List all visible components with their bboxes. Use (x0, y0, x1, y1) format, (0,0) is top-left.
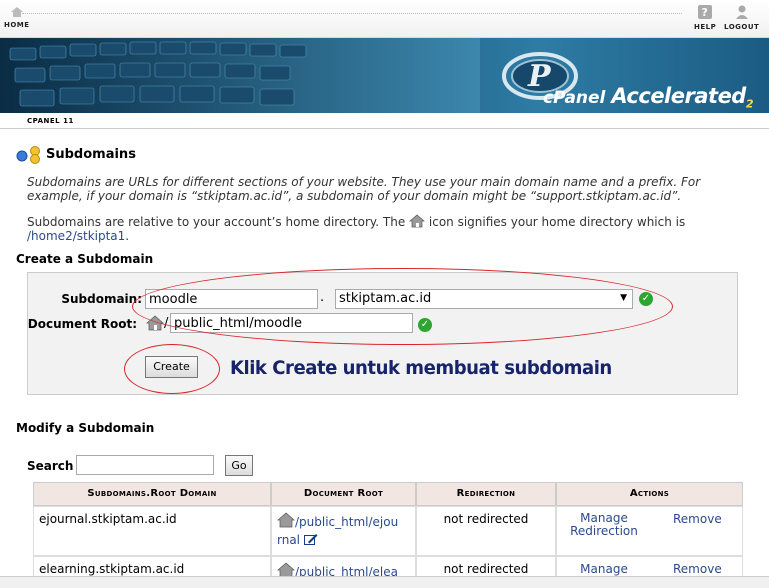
column-header-domain[interactable]: Subdomains.Root Domain (33, 482, 271, 506)
modify-subdomain-heading: Modify a Subdomain (16, 421, 155, 435)
remove-link[interactable]: Remove (673, 562, 722, 576)
manage-redirection-link[interactable]: Manage Redirection (569, 512, 639, 538)
cpanel-wordmark-accelerated: Accelerated (611, 84, 746, 108)
docroot-home-icon (146, 315, 164, 331)
cpanel-wordmark: cPanel Accelerated2 (543, 84, 754, 110)
row-redirection-cell: not redirected (416, 506, 556, 556)
create-subdomain-heading: Create a Subdomain (16, 252, 154, 266)
subdomain-valid-check-icon: ✓ (639, 292, 653, 306)
top-divider (22, 13, 682, 14)
domain-select-value: stkiptam.ac.id (339, 291, 432, 306)
breadcrumb-tab: CPANEL 11 (0, 113, 769, 129)
window-bottom-scrollbar[interactable] (0, 576, 769, 588)
domain-select[interactable]: stkiptam.ac.id ▼ (335, 289, 633, 309)
svg-text:?: ? (702, 6, 709, 19)
search-label: Search (27, 459, 74, 473)
search-input[interactable] (76, 455, 214, 475)
help-label: HELP (694, 23, 717, 31)
row-domain: ejournal.stkiptam.ac.id (39, 512, 177, 526)
subdomain-input[interactable] (145, 289, 318, 309)
user-icon (735, 5, 748, 19)
dropdown-arrow-icon: ▼ (620, 293, 627, 303)
row-docroot-home-icon (277, 512, 295, 528)
cpanel-wordmark-version: 2 (745, 97, 754, 111)
home-dir-trailing-dot: . (125, 229, 130, 243)
row-docroot-cell: /public_html/ejou rnal (271, 506, 416, 556)
column-header-actions: Actions (556, 482, 743, 506)
home-dir-path-link[interactable]: /home2/stkipta1 (27, 229, 125, 243)
page-title-text: Subdomains (46, 147, 136, 162)
row-actions-cell: Manage Redirection Remove (556, 506, 743, 556)
column-header-redirection[interactable]: Redirection (416, 482, 556, 506)
help-icon: ? (698, 5, 713, 19)
subdomains-icon (16, 146, 40, 164)
cpanel-banner: P cPanel Accelerated2 (0, 38, 769, 113)
redirection-label: Redirection (570, 524, 638, 538)
row-domain: elearning.stkiptam.ac.id (39, 562, 185, 576)
top-navigation-bar: HOME ? HELP LOGOUT (0, 0, 769, 38)
banner-keyboard-graphic (0, 38, 480, 113)
help-link[interactable]: ? HELP (694, 4, 716, 31)
home-link[interactable]: HOME (4, 6, 30, 29)
manage-label: Manage (580, 511, 628, 525)
row-domain-cell: ejournal.stkiptam.ac.id (33, 506, 271, 556)
home-dir-text-before: Subdomains are relative to your account’… (27, 215, 406, 229)
cpanel-version-label: CPANEL 11 (27, 117, 74, 125)
go-button[interactable]: Go (225, 455, 253, 476)
row-redirection: not redirected (443, 562, 529, 576)
row-redirection: not redirected (443, 512, 529, 526)
home-icon (10, 7, 23, 17)
logout-label: LOGOUT (724, 23, 760, 31)
edit-icon[interactable] (303, 533, 318, 545)
row-docroot-link[interactable]: /public_html/ejou (295, 515, 398, 529)
subdomain-label: Subdomain: (61, 292, 142, 306)
document-root-label: Document Root: (27, 317, 137, 331)
cpanel-wordmark-cpanel: cPanel (543, 88, 606, 108)
manage-link[interactable]: Manage (569, 562, 639, 576)
home-dir-text: Subdomains are relative to your account’… (27, 214, 747, 243)
home-dir-icon (409, 214, 426, 228)
home-dir-text-after: icon signifies your home directory which… (428, 215, 686, 229)
document-root-input[interactable] (170, 313, 413, 333)
remove-link[interactable]: Remove (673, 512, 722, 526)
logout-link[interactable]: LOGOUT (724, 4, 759, 31)
home-label: HOME (4, 21, 30, 29)
domain-separator: . (320, 290, 325, 305)
docroot-valid-check-icon: ✓ (418, 318, 432, 332)
create-button[interactable]: Create (145, 356, 198, 378)
column-header-document-root[interactable]: Document Root (271, 482, 416, 506)
docroot-slash: / (164, 316, 169, 331)
intro-text: Subdomains are URLs for different sectio… (27, 175, 701, 203)
row-docroot-link-continued[interactable]: rnal (277, 533, 300, 547)
annotation-text: Klik Create untuk membuat subdomain (230, 357, 612, 379)
